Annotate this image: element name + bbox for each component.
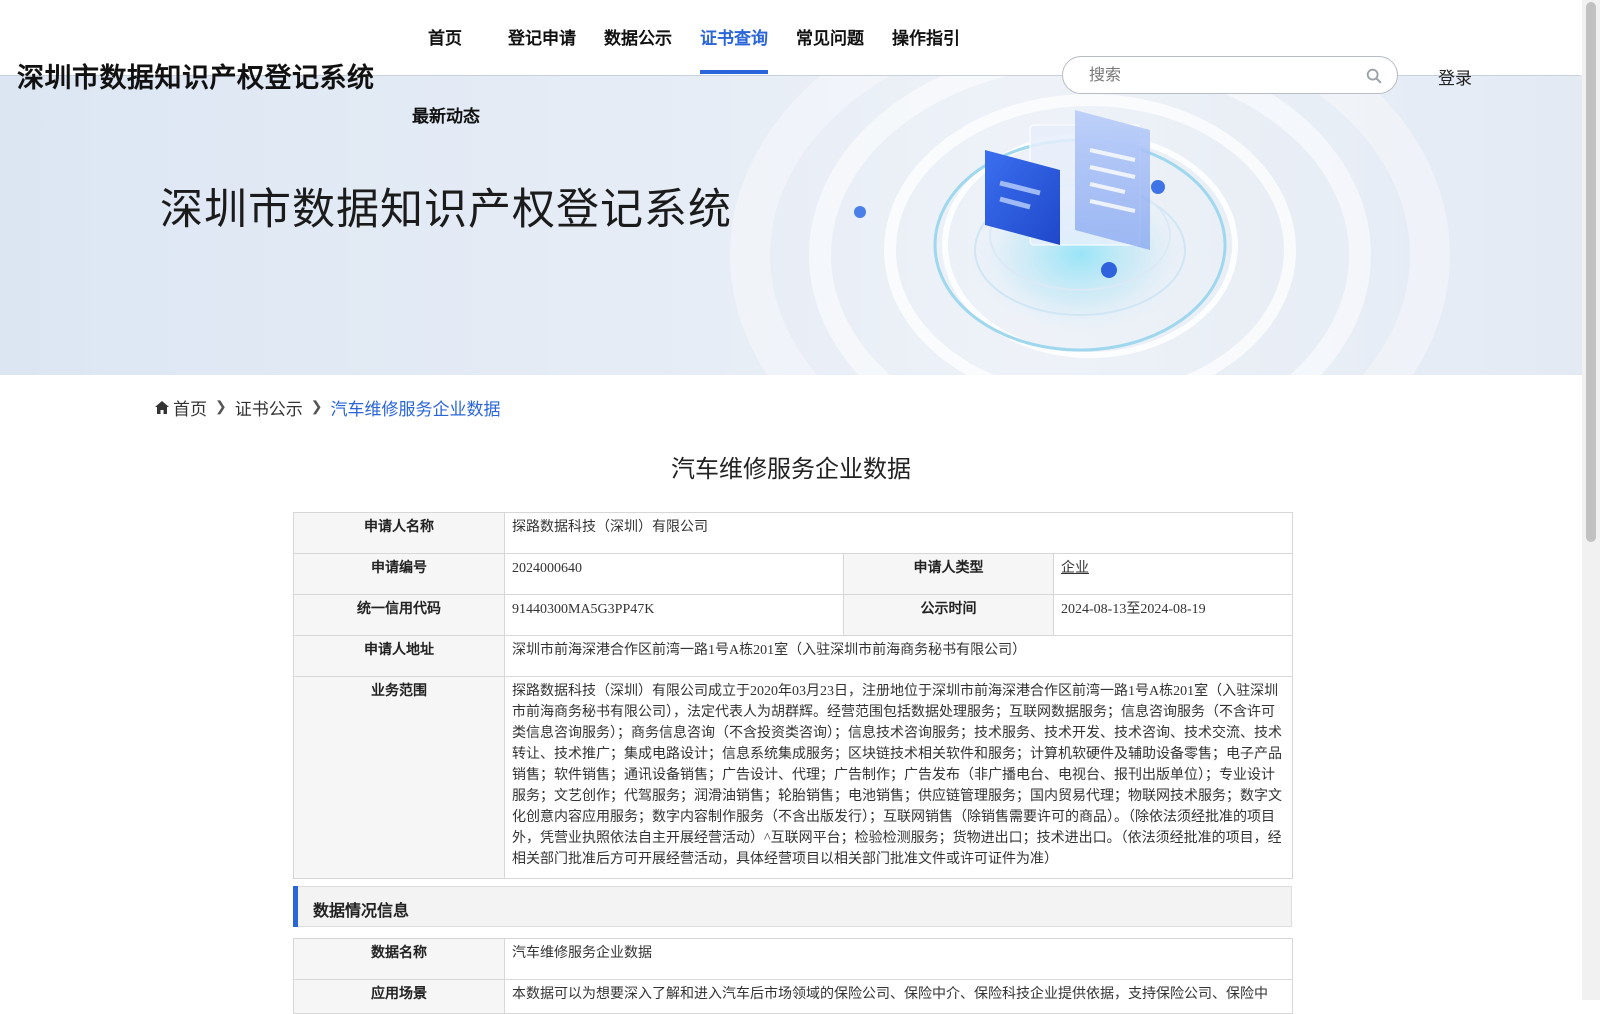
nav-item-data-publicity[interactable]: 数据公示 (604, 24, 672, 74)
table-row: 应用场景 本数据可以为想要深入了解和进入汽车后市场领域的保险公司、保险中介、保险… (293, 979, 1293, 1014)
banner-title: 深圳市数据知识产权登记系统 (160, 187, 732, 234)
page-title: 汽车维修服务企业数据 (671, 457, 911, 483)
applicant-address-label: 申请人地址 (293, 635, 505, 677)
home-icon (155, 401, 169, 414)
publicity-time-value: 2024-08-13至2024-08-19 (1052, 594, 1294, 636)
nav-item-latest-news[interactable]: 最新动态 (412, 102, 480, 127)
nav-item-guide[interactable]: 操作指引 (892, 24, 960, 74)
search-icon[interactable] (1365, 67, 1383, 85)
business-scope-value: 探路数据科技（深圳）有限公司成立于2020年03月23日，注册地位于深圳市前海深… (503, 676, 1294, 879)
table-row: 申请人名称 探路数据科技（深圳）有限公司 (293, 512, 1294, 554)
section-accent-bar (293, 886, 298, 927)
table-row: 申请人地址 深圳市前海深港合作区前湾一路1号A栋201室（入驻深圳市前海商务秘书… (293, 635, 1294, 677)
data-info-table: 数据名称 汽车维修服务企业数据 应用场景 本数据可以为想要深入了解和进入汽车后市… (293, 938, 1293, 1014)
application-scenario-value: 本数据可以为想要深入了解和进入汽车后市场领域的保险公司、保险中介、保险科技企业提… (504, 979, 1293, 1014)
breadcrumb: 首页 ❯ 证书公示 ❯ 汽车维修服务企业数据 (155, 395, 500, 420)
data-info-section-header: 数据情况信息 (293, 886, 1292, 927)
section-heading: 数据情况信息 (313, 903, 410, 920)
table-row: 业务范围 探路数据科技（深圳）有限公司成立于2020年03月23日，注册地位于深… (293, 676, 1294, 879)
scrollbar-thumb[interactable] (1586, 2, 1596, 542)
chevron-right-icon: ❯ (215, 400, 227, 415)
chevron-right-icon: ❯ (310, 400, 323, 415)
applicant-address-value: 深圳市前海深港合作区前湾一路1号A栋201室（入驻深圳市前海商务秘书有限公司） (503, 635, 1294, 677)
login-link[interactable]: 登录 (1438, 64, 1472, 89)
application-number-value: 2024000640 (504, 553, 844, 595)
applicant-type-cell: 企业 (1052, 553, 1294, 595)
application-scenario-label: 应用场景 (293, 979, 505, 1014)
applicant-name-label: 申请人名称 (293, 512, 505, 554)
table-row: 数据名称 汽车维修服务企业数据 (293, 938, 1293, 980)
credit-code-value: 91440300MA5G3PP47K (504, 594, 844, 636)
table-row: 统一信用代码 91440300MA5G3PP47K 公示时间 2024-08-1… (293, 594, 1294, 636)
table-row: 申请编号 2024000640 申请人类型 企业 (293, 553, 1294, 595)
publicity-time-label: 公示时间 (843, 594, 1054, 636)
data-name-label: 数据名称 (293, 938, 505, 980)
search-input[interactable] (1087, 65, 1361, 87)
business-scope-label: 业务范围 (293, 676, 505, 879)
applicant-type-label: 申请人类型 (843, 553, 1054, 595)
page-scrollbar[interactable] (1582, 0, 1600, 1000)
search-box (1062, 56, 1398, 94)
application-number-label: 申请编号 (293, 553, 505, 595)
breadcrumb-home[interactable]: 首页 (173, 395, 207, 420)
banner-illustration (730, 75, 1450, 375)
credit-code-label: 统一信用代码 (293, 594, 505, 636)
applicant-name-value: 探路数据科技（深圳）有限公司 (503, 512, 1294, 554)
nav-item-certificate-query[interactable]: 证书查询 (700, 24, 768, 74)
nav-item-register-apply[interactable]: 登记申请 (508, 24, 576, 74)
breadcrumb-certificate-publicity[interactable]: 证书公示 (235, 395, 303, 420)
breadcrumb-current: 汽车维修服务企业数据 (330, 400, 501, 419)
applicant-info-table: 申请人名称 探路数据科技（深圳）有限公司 申请编号 2024000640 申请人… (293, 512, 1294, 879)
data-name-value: 汽车维修服务企业数据 (504, 938, 1293, 980)
nav-item-home[interactable]: 首页 (428, 24, 462, 74)
hero-banner: 深圳市数据知识产权登记系统 (0, 75, 1582, 375)
applicant-type-link[interactable]: 企业 (1061, 561, 1089, 576)
nav-item-faq[interactable]: 常见问题 (796, 24, 864, 74)
